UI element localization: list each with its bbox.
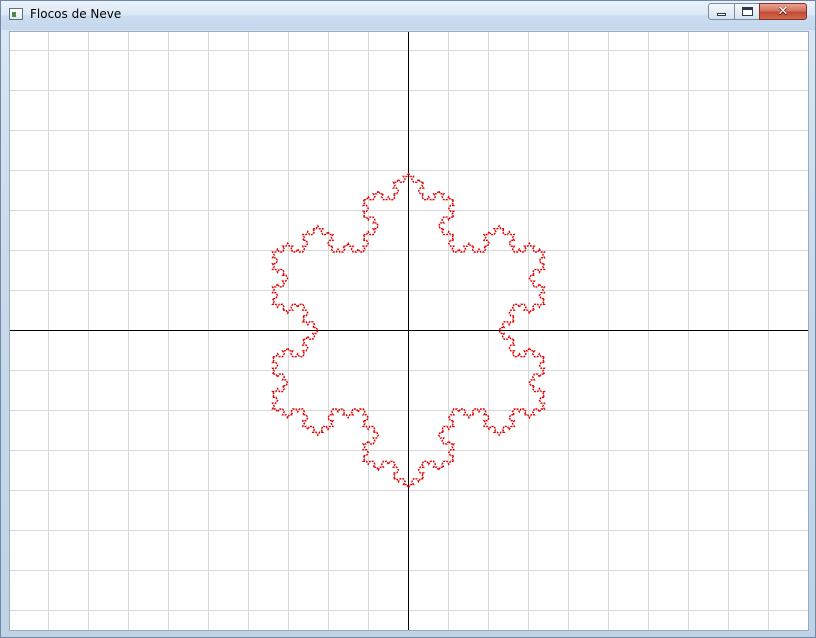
close-button[interactable]: ✕ (759, 3, 807, 20)
drawing-canvas[interactable] (9, 31, 809, 631)
window-title: Flocos de Neve (30, 7, 122, 21)
maximize-icon (741, 7, 753, 16)
close-icon: ✕ (777, 4, 789, 19)
minimize-button[interactable] (708, 3, 735, 20)
minimize-icon (717, 13, 726, 16)
window-app-icon[interactable] (9, 8, 23, 20)
maximize-button[interactable] (734, 3, 760, 20)
title-bar[interactable]: Flocos de Neve ✕ (1, 1, 815, 30)
plot-surface (10, 32, 808, 630)
application-window: Flocos de Neve ✕ (0, 0, 816, 638)
